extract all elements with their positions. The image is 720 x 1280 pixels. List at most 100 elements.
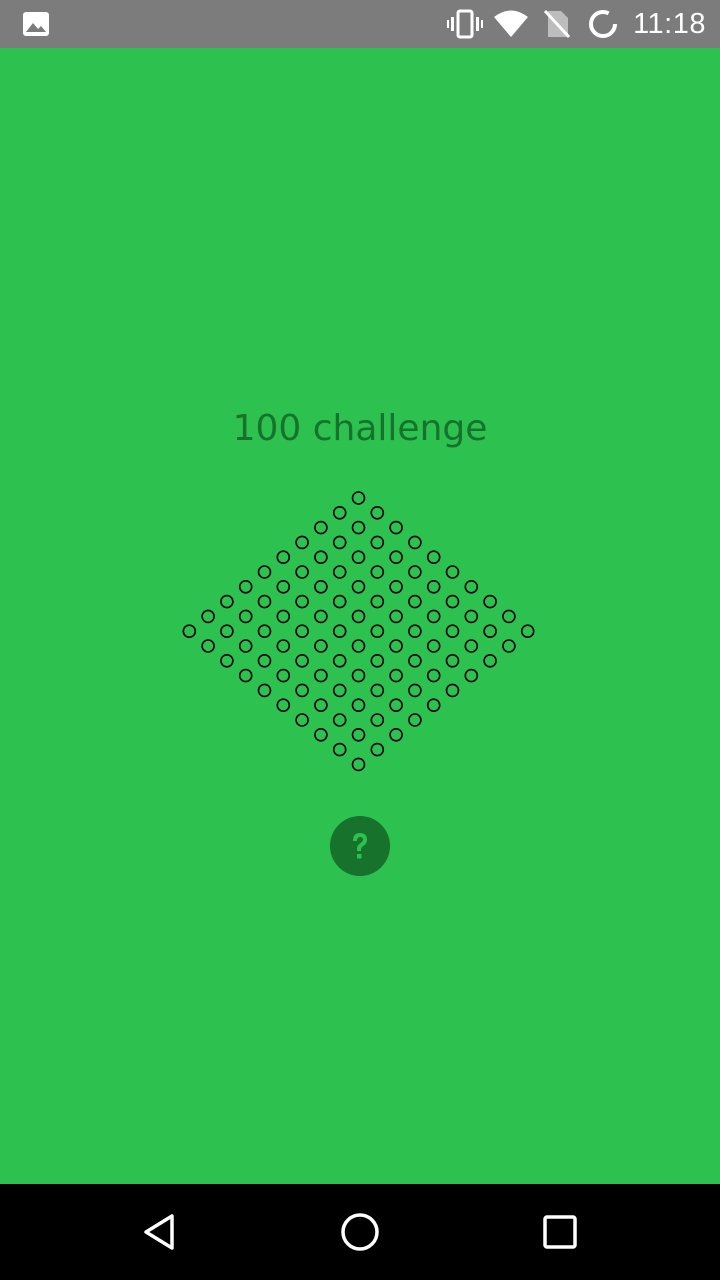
board-cell[interactable]	[408, 654, 422, 668]
board-cell[interactable]	[483, 624, 497, 638]
board-cell[interactable]	[332, 565, 347, 579]
board-cell[interactable]	[408, 713, 422, 727]
board-cell[interactable]	[408, 624, 422, 638]
board-cell[interactable]	[408, 565, 422, 579]
board-cell[interactable]	[238, 609, 253, 624]
board-cell[interactable]	[370, 535, 385, 550]
board-cell[interactable]	[238, 580, 253, 594]
board-cell[interactable]	[332, 654, 347, 668]
board-cell[interactable]	[370, 713, 385, 727]
board-cell[interactable]	[426, 609, 441, 624]
board-cell[interactable]	[445, 594, 460, 609]
board-cell[interactable]	[426, 698, 441, 712]
board-cell[interactable]	[351, 550, 366, 564]
board-cell[interactable]	[257, 624, 272, 638]
board-cell[interactable]	[445, 624, 460, 638]
board-cell[interactable]	[408, 683, 422, 698]
board-cell[interactable]	[389, 550, 403, 564]
board-cell[interactable]	[389, 668, 403, 683]
board-cell[interactable]	[483, 594, 497, 609]
back-button[interactable]	[130, 1202, 190, 1262]
board-cell[interactable]	[351, 668, 366, 683]
board-cell[interactable]	[351, 698, 366, 712]
board-cell[interactable]	[445, 654, 460, 668]
board-cell[interactable]	[276, 609, 291, 624]
board-cell[interactable]	[238, 668, 253, 683]
board-cell[interactable]	[370, 624, 385, 638]
board-cell[interactable]	[276, 550, 291, 564]
board-cell[interactable]	[314, 639, 328, 653]
board-grid[interactable]	[180, 488, 540, 778]
board-cell[interactable]	[370, 594, 385, 609]
board-cell[interactable]	[351, 609, 366, 624]
board-cell[interactable]	[201, 609, 215, 624]
board-cell[interactable]	[520, 624, 535, 638]
board-cell[interactable]	[314, 520, 328, 535]
board-cell[interactable]	[257, 654, 272, 668]
board-cell[interactable]	[257, 565, 272, 579]
board-cell[interactable]	[220, 594, 234, 609]
board-cell[interactable]	[295, 594, 309, 609]
board-cell[interactable]	[502, 609, 516, 624]
board-cell[interactable]	[314, 728, 328, 742]
help-button[interactable]	[330, 816, 390, 876]
board-cell[interactable]	[332, 624, 347, 638]
board-cell[interactable]	[483, 654, 497, 668]
board-cell[interactable]	[351, 728, 366, 742]
board-cell[interactable]	[426, 550, 441, 564]
board-cell[interactable]	[314, 668, 328, 683]
board-cell[interactable]	[464, 668, 479, 683]
board-cell[interactable]	[389, 698, 403, 712]
board-cell[interactable]	[351, 639, 366, 653]
board-cell[interactable]	[389, 728, 403, 742]
board-cell[interactable]	[182, 624, 197, 638]
board-cell[interactable]	[370, 654, 385, 668]
board-cell[interactable]	[464, 580, 479, 594]
board-cell[interactable]	[257, 594, 272, 609]
board-cell[interactable]	[445, 565, 460, 579]
recents-button[interactable]	[530, 1202, 590, 1262]
board-cell[interactable]	[426, 639, 441, 653]
board-cell[interactable]	[238, 639, 253, 653]
board-cell[interactable]	[464, 639, 479, 653]
board-cell[interactable]	[314, 550, 328, 564]
board-cell[interactable]	[389, 520, 403, 535]
board-cell[interactable]	[295, 535, 309, 550]
board-cell[interactable]	[314, 698, 328, 712]
board-cell[interactable]	[257, 683, 272, 698]
board-cell[interactable]	[370, 505, 385, 520]
board-cell[interactable]	[426, 668, 441, 683]
board-cell[interactable]	[332, 713, 347, 727]
board-cell[interactable]	[389, 639, 403, 653]
board-cell[interactable]	[502, 639, 516, 653]
board-cell[interactable]	[295, 565, 309, 579]
game-board[interactable]	[180, 488, 540, 778]
board-cell[interactable]	[332, 505, 347, 520]
board-cell[interactable]	[276, 639, 291, 653]
board-cell[interactable]	[389, 580, 403, 594]
board-cell[interactable]	[332, 535, 347, 550]
board-cell[interactable]	[220, 624, 234, 638]
board-cell[interactable]	[370, 565, 385, 579]
board-cell[interactable]	[220, 654, 234, 668]
board-cell[interactable]	[426, 580, 441, 594]
board-cell[interactable]	[295, 654, 309, 668]
board-cell[interactable]	[408, 535, 422, 550]
board-cell[interactable]	[332, 683, 347, 698]
board-cell[interactable]	[276, 668, 291, 683]
board-cell[interactable]	[408, 594, 422, 609]
board-cell[interactable]	[351, 580, 366, 594]
board-cell[interactable]	[314, 580, 328, 594]
board-cell[interactable]	[351, 757, 366, 772]
board-cell[interactable]	[370, 742, 385, 757]
board-cell[interactable]	[295, 683, 309, 698]
board-cell[interactable]	[351, 520, 366, 535]
board-cell[interactable]	[201, 639, 215, 653]
board-cell[interactable]	[295, 713, 309, 727]
home-button[interactable]	[330, 1202, 390, 1262]
board-cell[interactable]	[389, 609, 403, 624]
board-cell[interactable]	[351, 491, 366, 505]
board-cell[interactable]	[314, 609, 328, 624]
board-cell[interactable]	[332, 594, 347, 609]
board-cell[interactable]	[276, 698, 291, 712]
